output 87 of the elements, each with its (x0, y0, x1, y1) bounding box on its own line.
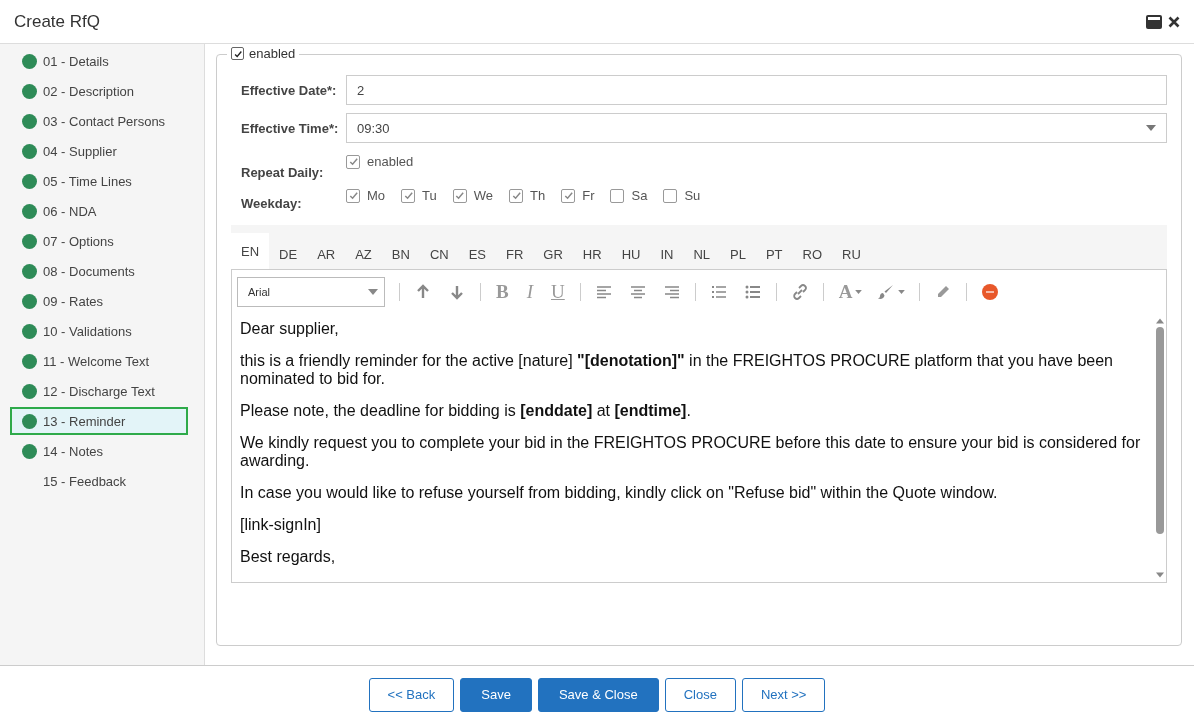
language-tab[interactable]: AR (307, 239, 346, 269)
field-label: Repeat Daily: (241, 164, 325, 180)
sidebar-item[interactable]: 12 - Discharge Text (10, 377, 194, 405)
bullet-list-icon[interactable] (744, 284, 761, 300)
language-tab[interactable]: HR (572, 239, 612, 269)
sidebar-item[interactable]: 10 - Validations (10, 317, 194, 345)
checkbox[interactable] (610, 188, 625, 203)
editor-paragraph: Dear supplier, (240, 320, 340, 338)
sidebar-item[interactable]: 09 - Rates (10, 287, 194, 315)
editor-paragraph: [link-signIn] (240, 516, 322, 534)
checkbox-label: Tu (422, 188, 437, 203)
editor-paragraph: Please note, the deadline for bidding is [enddate] at [endtime]. (240, 402, 692, 420)
caret-icon[interactable] (898, 290, 906, 294)
calculator-icon[interactable] (1146, 14, 1162, 29)
checkbox-label: enabled (367, 154, 414, 169)
sidebar-item[interactable]: 07 - Options (10, 227, 194, 255)
checkbox[interactable] (346, 188, 360, 203)
field-label: Weekday: (241, 195, 303, 211)
outline-button[interactable]: Close (664, 677, 736, 712)
checkbox-label: Su (684, 188, 701, 203)
numbered-list-icon[interactable] (710, 284, 727, 300)
caret-icon[interactable] (855, 290, 863, 294)
checkbox-label: Sa (631, 188, 648, 203)
language-tab[interactable]: CN (419, 239, 459, 269)
language-tab[interactable]: HU (611, 239, 651, 269)
sidebar-item[interactable]: 02 - Description (10, 77, 194, 105)
editor-paragraph: Best regards, (240, 548, 337, 566)
language-tab[interactable]: PT (755, 239, 793, 269)
editor-paragraph: We kindly request you to complete your bid in the FREIGHTOS PROCURE before this date to ensure your bid is considered for awarding. (240, 434, 1142, 470)
checkbox-label: Fr (582, 188, 595, 203)
font-dropdown[interactable]: Arial (237, 277, 385, 307)
sidebar-item[interactable]: 14 - Notes (10, 437, 194, 465)
sidebar-item[interactable]: 13 - Reminder (10, 407, 188, 435)
primary-button[interactable]: Save & Close (537, 677, 659, 712)
field-label: Effective Date*: (241, 82, 338, 98)
checkbox[interactable] (346, 154, 360, 169)
spellcheck-icon[interactable] (982, 284, 999, 300)
outline-button[interactable]: Next >> (741, 677, 826, 712)
align-left-icon[interactable] (595, 284, 612, 300)
checkbox[interactable] (231, 47, 244, 60)
editor-paragraph: In case you would like to refuse yourself from bidding, kindly click on "Refuse bid" within the Quote window. (240, 484, 999, 502)
arrow-down-icon[interactable] (449, 284, 465, 300)
language-tab[interactable]: DE (269, 239, 308, 269)
close-icon[interactable] (1168, 15, 1180, 28)
primary-button[interactable]: Save (460, 677, 532, 712)
sidebar-item[interactable]: 04 - Supplier (10, 137, 194, 165)
caret-icon (1146, 125, 1156, 131)
sidebar-item[interactable]: 06 - NDA (10, 197, 194, 225)
checkbox[interactable] (401, 188, 416, 203)
outline-button[interactable]: << Back (368, 677, 455, 712)
editor-paragraph: this is a friendly reminder for the active [nature] "[denotation]" in the FREIGHTOS PROCURE platform that you have been nominated to bid for. (240, 352, 1114, 388)
language-tab[interactable]: PL (720, 239, 756, 269)
window-title: Create RfQ (14, 11, 101, 32)
sidebar-item[interactable]: 15 - Feedback (10, 467, 194, 495)
sidebar-item[interactable]: 11 - Welcome Text (10, 347, 194, 375)
language-tab[interactable]: IN (650, 239, 684, 269)
language-tab[interactable]: GR (533, 239, 573, 269)
checkbox[interactable] (561, 188, 576, 203)
checkbox-label: We (473, 188, 494, 203)
language-tab[interactable]: RU (832, 239, 871, 269)
language-tab[interactable]: AZ (345, 239, 382, 269)
field-label: Effective Time*: (241, 120, 340, 136)
checkbox[interactable] (663, 188, 678, 203)
sidebar-item[interactable]: 05 - Time Lines (10, 167, 194, 195)
language-tab[interactable]: ES (458, 239, 496, 269)
align-center-icon[interactable] (629, 284, 646, 300)
arrow-up-icon[interactable] (415, 284, 431, 300)
sidebar-item[interactable]: 01 - Details (10, 47, 194, 75)
language-tab[interactable]: FR (496, 239, 534, 269)
language-tab[interactable]: RO (792, 239, 833, 269)
date-field[interactable]: 2 (346, 75, 1167, 105)
language-tab[interactable]: EN (231, 233, 270, 269)
checkbox[interactable] (452, 188, 467, 203)
pencil-icon[interactable] (935, 284, 952, 300)
time-dropdown[interactable]: 09:30 (346, 113, 1167, 143)
checkbox-label: enabled (249, 46, 296, 61)
checkbox-label: Th (530, 188, 546, 203)
language-tab[interactable]: BN (381, 239, 420, 269)
align-right-icon[interactable] (663, 284, 680, 300)
checkbox[interactable] (509, 188, 524, 203)
sidebar-item[interactable]: 03 - Contact Persons (10, 107, 194, 135)
sidebar-item[interactable]: 08 - Documents (10, 257, 194, 285)
caret-icon (368, 289, 378, 295)
checkbox-label: Mo (367, 188, 386, 203)
link-icon[interactable] (791, 284, 808, 300)
brush-icon[interactable] (878, 284, 895, 300)
language-tab[interactable]: NL (683, 239, 721, 269)
